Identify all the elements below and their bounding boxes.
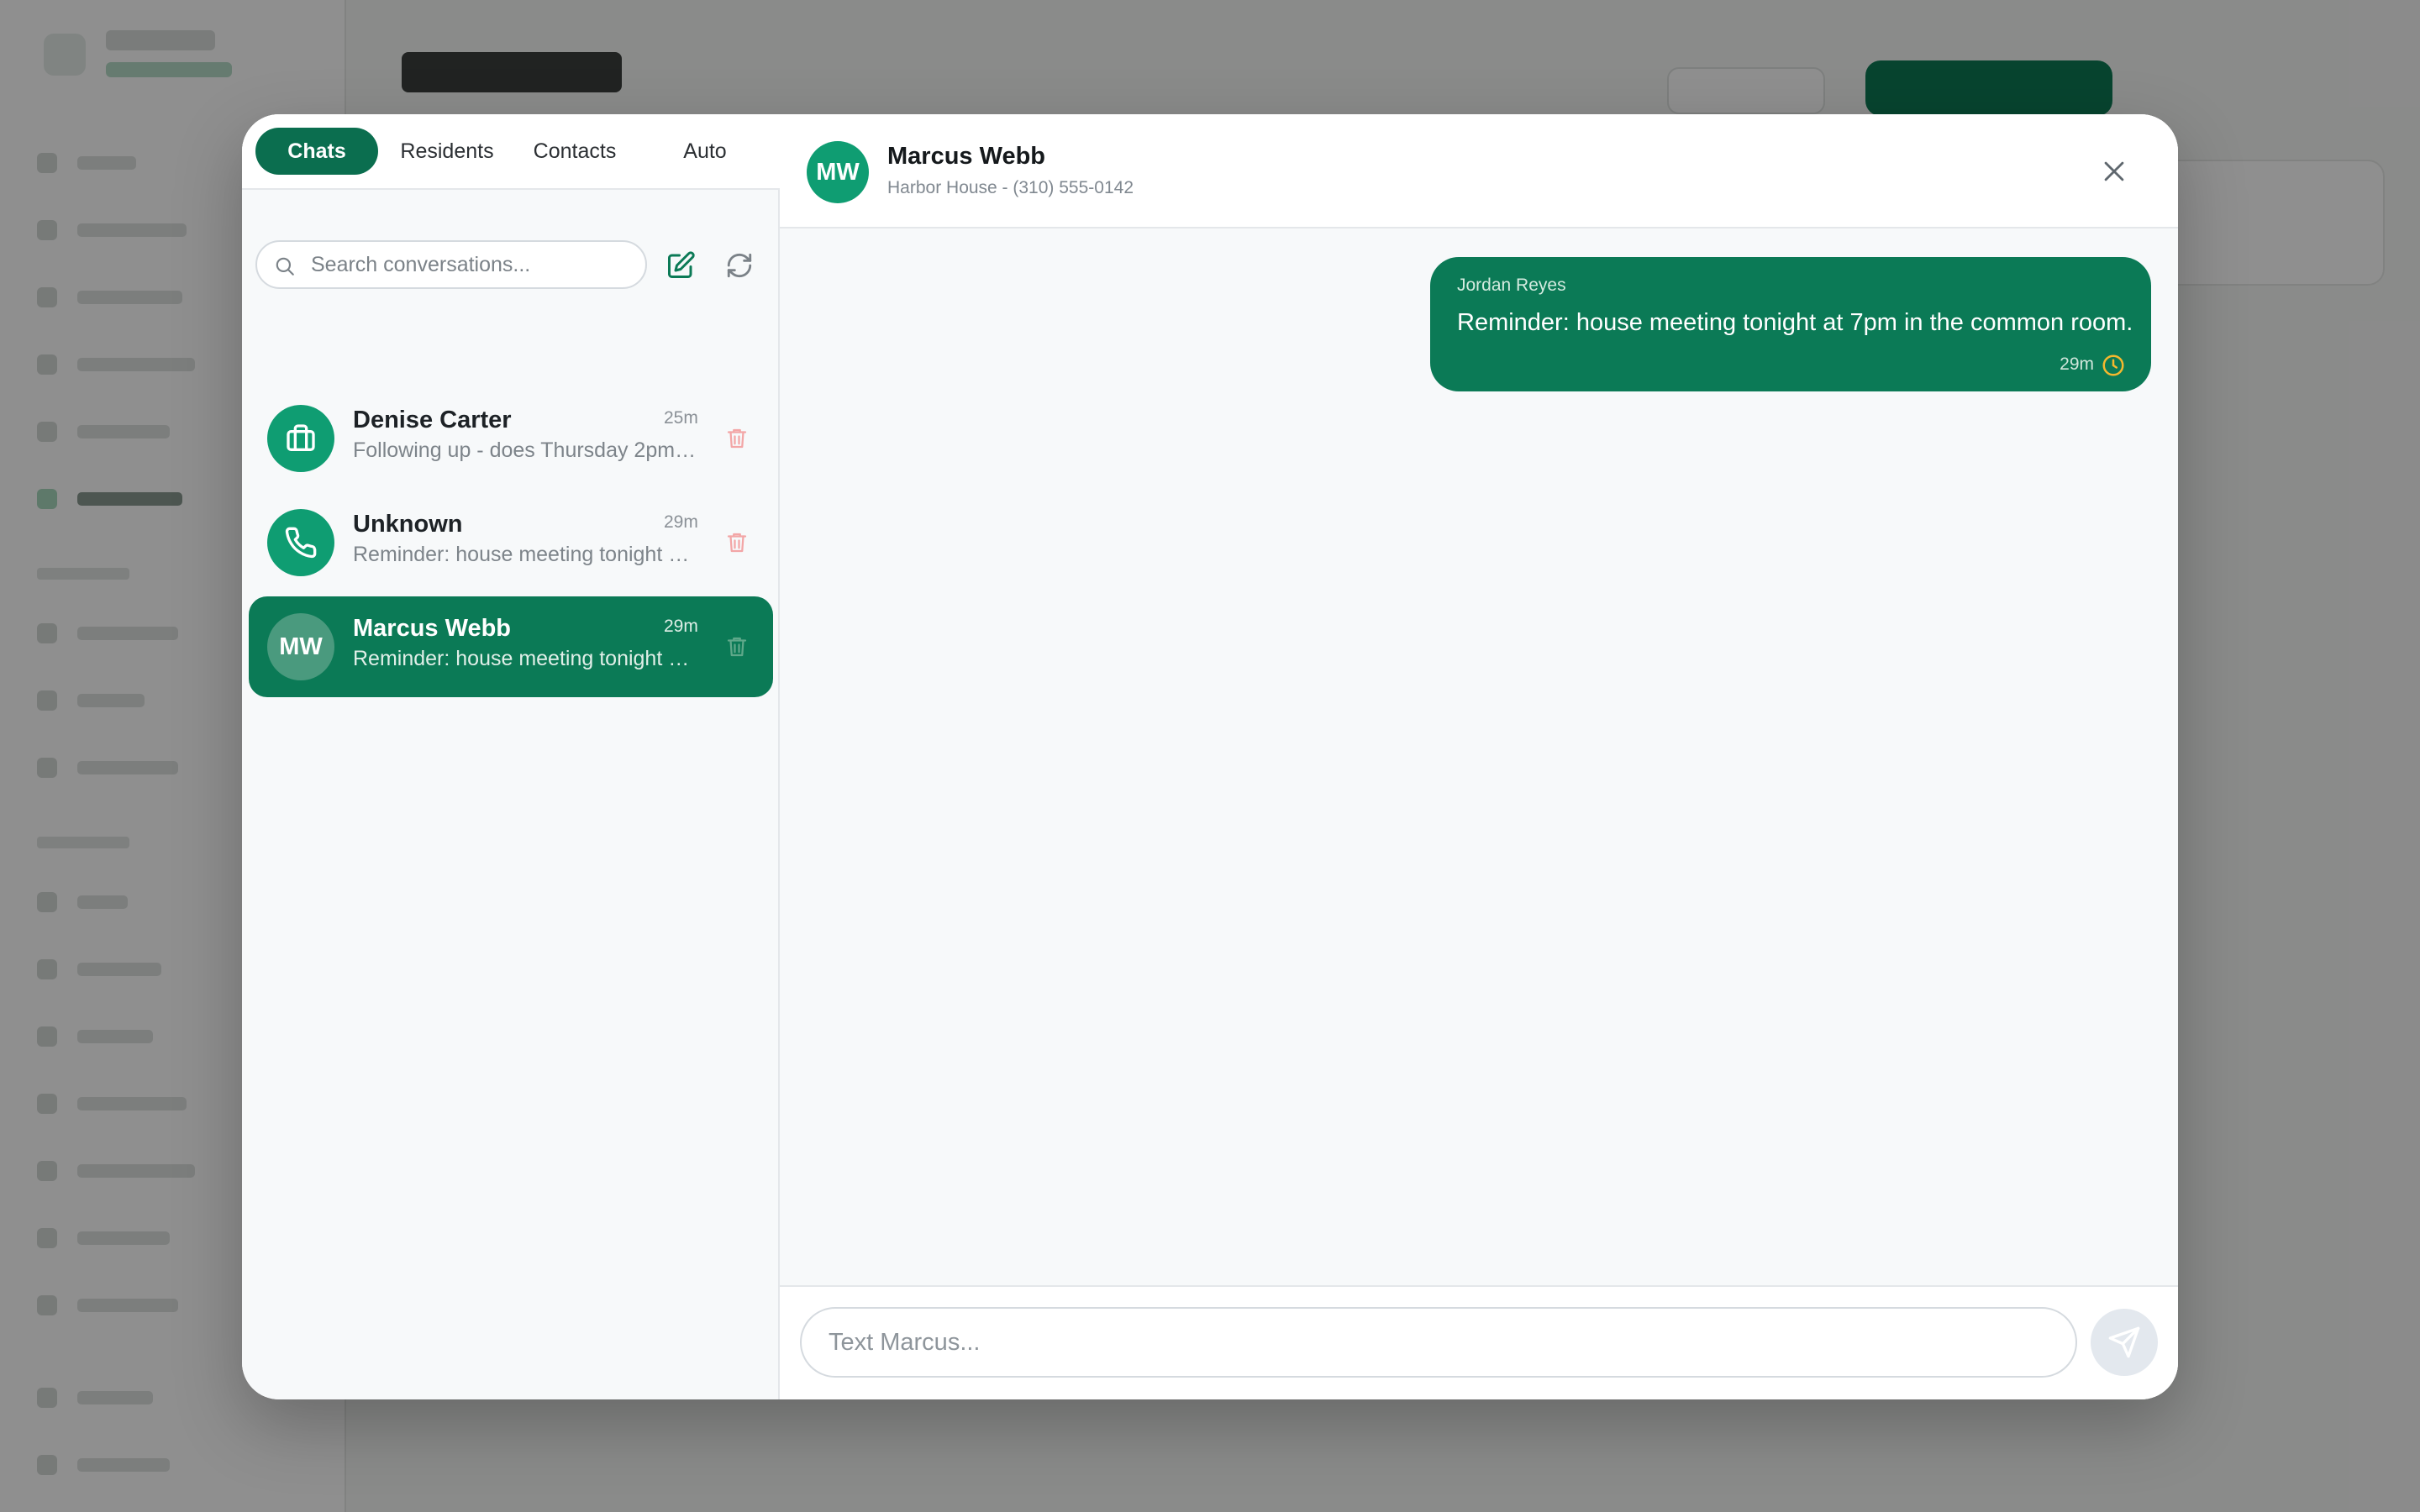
conversation-list-pane: Chats Residents Contacts Auto Search con… [242,114,780,1399]
chat-title: Marcus Webb [887,143,1046,170]
clock-icon [2102,354,2124,376]
search-input[interactable] [311,249,630,281]
message-text: Reminder: house meeting tonight at 7pm i… [1457,309,2133,336]
message-time: 29m [2060,354,2094,374]
send-icon [2108,1326,2140,1358]
tab-contacts[interactable]: Contacts [514,128,635,175]
conversation-preview: Reminder: house meeting tonight at 7pm i… [353,543,699,566]
compose-icon [668,251,695,278]
conversation-time: 29m [664,512,698,532]
message-input[interactable] [829,1324,2039,1361]
messages-modal: Chats Residents Contacts Auto Search con… [242,114,2178,1399]
chat-subtitle: Harbor House - (310) 555-0142 [887,178,1134,197]
conversation-item-denise-carter[interactable]: Denise Carter 25m Following up - does Th… [249,388,773,489]
conversation-time: 25m [664,408,698,428]
avatar [267,509,334,576]
avatar [267,405,334,472]
send-button[interactable] [2091,1309,2158,1376]
conversation-tabs: Chats Residents Contacts Auto [242,114,780,190]
trash-icon[interactable] [724,529,750,556]
conversation-time: 29m [664,617,698,636]
avatar: MW [267,613,334,680]
close-button[interactable] [2096,153,2133,190]
message-composer [780,1285,2178,1399]
avatar: MW [807,141,869,203]
tab-residents[interactable]: Residents [385,128,509,175]
message-sender: Jordan Reyes [1457,276,1566,295]
trash-icon[interactable] [724,633,750,660]
compose-button[interactable] [662,247,699,284]
conversation-item-unknown[interactable]: Unknown 29m Reminder: house meeting toni… [249,492,773,593]
conversation-name: Unknown [353,511,463,538]
message-input-box [800,1307,2077,1378]
refresh-button[interactable] [721,247,758,284]
chat-header: MW Marcus Webb Harbor House - (310) 555-… [780,114,2178,228]
conversation-name: Denise Carter [353,407,512,433]
refresh-icon [727,253,752,278]
conversation-preview: Following up - does Thursday 2pm work fo… [353,438,699,462]
trash-icon[interactable] [724,425,750,452]
chat-pane: MW Marcus Webb Harbor House - (310) 555-… [780,114,2178,1399]
conversation-preview: Reminder: house meeting tonight at 7pm i… [353,647,699,670]
tab-chats[interactable]: Chats [255,128,378,175]
conversation-item-marcus-webb[interactable]: MW Marcus Webb 29m Reminder: house meeti… [249,596,773,697]
briefcase-icon [287,424,315,451]
tab-auto[interactable]: Auto [642,128,768,175]
search-box [255,240,647,289]
phone-icon [285,527,317,559]
close-icon [2104,161,2124,181]
search-icon [276,257,294,276]
conversation-name: Marcus Webb [353,615,512,642]
message-bubble: Jordan Reyes Reminder: house meeting ton… [1430,257,2151,391]
